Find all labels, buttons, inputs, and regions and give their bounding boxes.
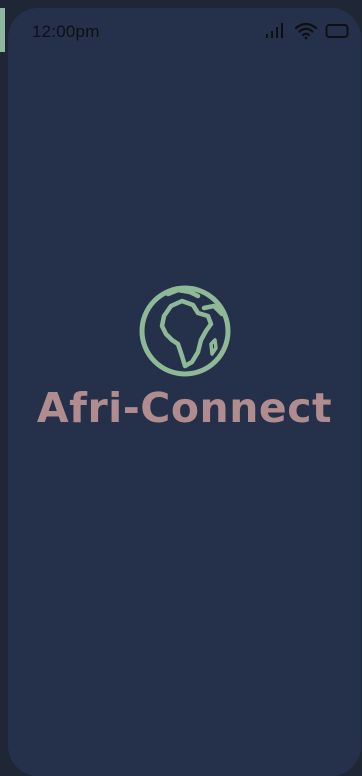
globe-africa-icon [139, 285, 230, 377]
background-accent-strip [0, 8, 5, 52]
splash-logo: Afri-Connect [8, 284, 361, 432]
app-name: Afri-Connect [36, 384, 333, 432]
status-bar: 12:00pm [8, 8, 361, 56]
phone-screen: 12:00pm Afri-Connect [8, 8, 361, 776]
wifi-icon [295, 22, 317, 40]
status-time: 12:00pm [32, 22, 100, 41]
signal-icon [266, 23, 283, 38]
battery-icon [325, 24, 349, 38]
status-icons [265, 22, 349, 40]
